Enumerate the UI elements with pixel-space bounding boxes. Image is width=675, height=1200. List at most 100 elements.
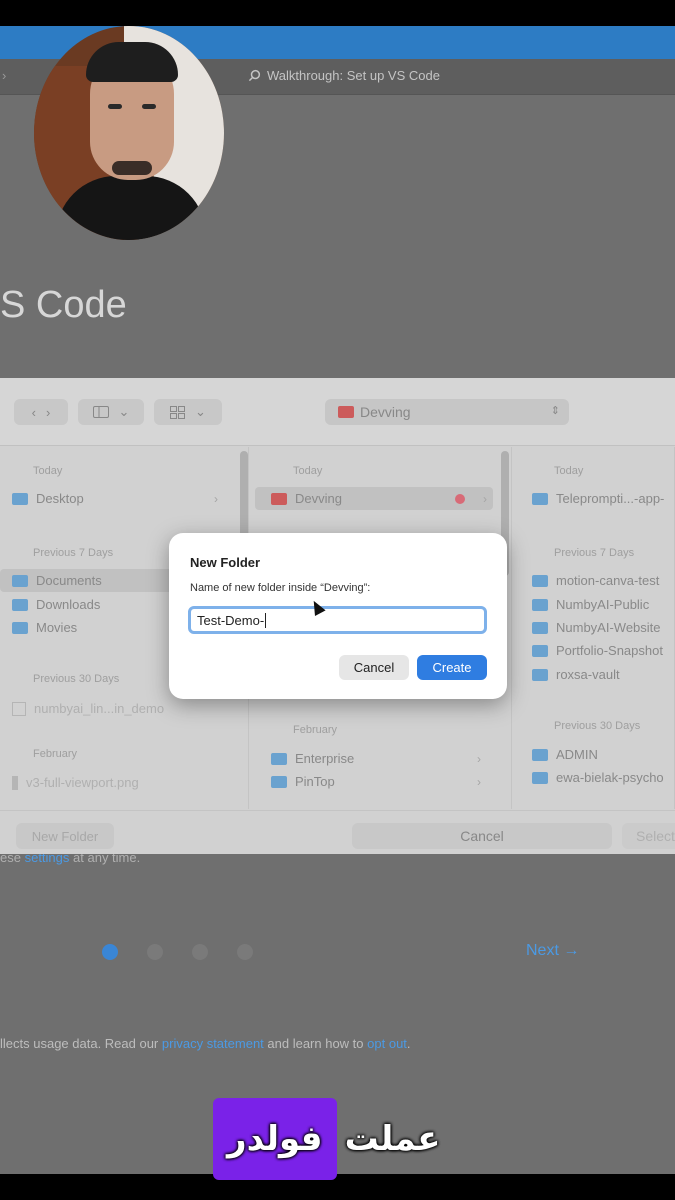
dialog-label: Name of new folder inside “Devving”: xyxy=(190,582,371,594)
new-folder-dialog: New Folder Name of new folder inside “De… xyxy=(169,533,507,699)
item-label: Documents xyxy=(36,573,102,588)
webcam-person-eye xyxy=(142,104,156,109)
folder-name-input[interactable]: Test-Demo- xyxy=(188,606,487,634)
chevron-down-icon: ⌄ xyxy=(118,404,130,419)
group-mode-button[interactable]: ⌄ xyxy=(154,399,222,425)
list-item[interactable]: roxsa-vault xyxy=(532,663,620,686)
list-item-devving[interactable]: Devving › xyxy=(255,487,493,510)
folder-icon xyxy=(12,492,28,505)
location-popup-label: Devving xyxy=(360,404,411,420)
picker-column-3: Today Teleprompti...-app- Previous 7 Day… xyxy=(512,447,675,809)
folder-icon xyxy=(12,574,28,587)
item-label: Portfolio-Snapshot xyxy=(556,643,663,658)
folder-icon xyxy=(532,492,548,505)
folder-icon xyxy=(532,644,548,657)
list-item[interactable]: NumbyAI-Website xyxy=(532,616,661,639)
tag-dot xyxy=(455,494,465,504)
page-dot-4[interactable] xyxy=(237,944,253,960)
search-text: Walkthrough: Set up VS Code xyxy=(267,68,440,83)
item-label: Desktop xyxy=(36,491,84,506)
section-label: Previous 7 Days xyxy=(33,547,114,559)
folder-icon xyxy=(12,598,28,611)
list-item[interactable]: PinTop › xyxy=(271,770,487,793)
folder-icon xyxy=(338,406,354,418)
item-label: Teleprompti...-app- xyxy=(556,491,665,506)
telemetry-text-middle: and learn how to xyxy=(267,1036,364,1051)
folder-icon xyxy=(532,668,548,681)
folder-icon xyxy=(532,574,548,587)
list-item[interactable]: numbyai_lin...in_demo xyxy=(12,697,242,720)
grid-view-icon xyxy=(170,405,186,419)
command-center-search[interactable]: Walkthrough: Set up VS Code xyxy=(248,68,440,83)
telemetry-text: llects usage data. Read our xyxy=(0,1036,159,1051)
list-item[interactable]: Teleprompti...-app- xyxy=(532,487,664,510)
section-label: Previous 30 Days xyxy=(33,673,120,685)
folder-icon xyxy=(12,621,28,634)
screen-recording: › Walkthrough: Set up VS Code S Code ese… xyxy=(0,26,675,1174)
item-label: numbyai_lin...in_demo xyxy=(34,701,165,716)
page-dot-2[interactable] xyxy=(147,944,163,960)
picker-bottom-bar: New Folder Cancel Select xyxy=(0,810,675,854)
file-icon xyxy=(12,701,26,716)
list-item[interactable]: v3-full-viewport.png xyxy=(12,771,224,794)
page-dot-3[interactable] xyxy=(192,944,208,960)
folder-icon xyxy=(532,771,548,784)
folder-icon xyxy=(532,598,548,611)
folder-icon xyxy=(532,748,548,761)
section-label: Today xyxy=(293,465,323,477)
item-label: Enterprise xyxy=(295,751,355,766)
nav-arrow-icon[interactable]: › xyxy=(2,68,6,83)
new-folder-button[interactable]: New Folder xyxy=(16,823,114,849)
back-forward-buttons[interactable]: ‹ › xyxy=(14,399,68,425)
chevron-right-icon: › xyxy=(214,491,218,506)
list-item[interactable]: Portfolio-Snapshot xyxy=(532,639,663,662)
search-icon xyxy=(248,69,261,82)
column-view-icon xyxy=(92,406,109,418)
privacy-statement-link[interactable]: privacy statement xyxy=(162,1036,264,1051)
webcam-overlay xyxy=(34,26,224,240)
chevron-down-icon: ⌄ xyxy=(195,404,206,419)
walkthrough-heading: S Code xyxy=(0,284,127,326)
text-caret xyxy=(265,612,267,628)
webcam-person-hair xyxy=(86,42,178,82)
view-mode-button[interactable]: ⌄ xyxy=(78,399,144,425)
folder-icon xyxy=(271,752,287,765)
dialog-cancel-button[interactable]: Cancel xyxy=(339,655,409,680)
item-label: roxsa-vault xyxy=(556,667,620,682)
chevron-right-icon: › xyxy=(483,491,487,506)
item-label: PinTop xyxy=(295,774,335,789)
updown-chevron-icon: ⇕ xyxy=(550,405,560,417)
location-popup[interactable]: Devving ⇕ xyxy=(325,399,569,425)
section-label: February xyxy=(293,724,338,736)
section-label: February xyxy=(33,748,78,760)
next-button[interactable]: Next → xyxy=(526,942,579,960)
opt-out-link[interactable]: opt out xyxy=(367,1036,407,1051)
folder-name-value: Test-Demo- xyxy=(197,612,265,628)
item-label: motion-canva-test xyxy=(556,573,660,588)
list-item[interactable]: NumbyAI-Public xyxy=(532,593,649,616)
item-label: Downloads xyxy=(36,597,101,612)
telemetry-text-end: . xyxy=(406,1036,411,1051)
chevron-right-icon[interactable]: › xyxy=(46,405,50,420)
dialog-create-button[interactable]: Create xyxy=(417,655,487,680)
list-item[interactable]: ADMIN xyxy=(532,743,598,766)
item-label: Movies xyxy=(36,620,78,635)
list-item[interactable]: Enterprise › xyxy=(271,747,487,770)
file-icon xyxy=(12,775,18,790)
picker-select-button[interactable]: Select xyxy=(622,823,675,849)
section-label: Previous 30 Days xyxy=(554,720,641,732)
section-label: Previous 7 Days xyxy=(554,547,635,559)
list-item[interactable]: ewa-bielak-psycho xyxy=(532,766,664,789)
telemetry-notice: llects usage data. Read our privacy stat… xyxy=(0,1036,411,1051)
list-item[interactable]: Desktop › xyxy=(12,487,224,510)
chevron-left-icon[interactable]: ‹ xyxy=(32,405,36,420)
item-label: ewa-bielak-psycho xyxy=(556,770,664,785)
walkthrough-pagination xyxy=(102,944,253,960)
caption-word-1: عملت xyxy=(344,1119,441,1159)
page-dot-1[interactable] xyxy=(102,944,118,960)
picker-cancel-button[interactable]: Cancel xyxy=(352,823,612,849)
list-item[interactable]: motion-canva-test xyxy=(532,569,659,592)
webcam-person-beard xyxy=(112,161,152,175)
item-label: NumbyAI-Website xyxy=(556,620,661,635)
dialog-title: New Folder xyxy=(190,555,261,570)
